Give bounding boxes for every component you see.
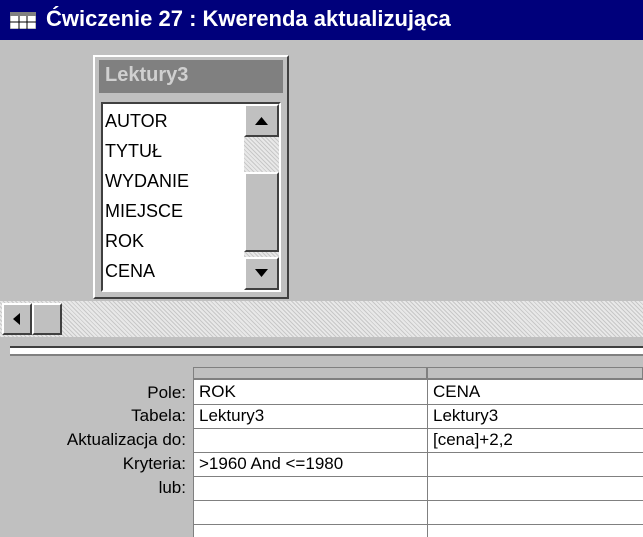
arrow-down-icon: [255, 269, 268, 277]
grid-divider: [193, 524, 643, 525]
update-to-cell[interactable]: [193, 428, 427, 452]
splitter-bar: [10, 346, 643, 356]
pane-splitter[interactable]: [0, 342, 643, 359]
scroll-left-button[interactable]: [2, 303, 32, 335]
window-title: Ćwiczenie 27 : Kwerenda aktualizująca: [46, 6, 451, 31]
field-item[interactable]: WYDANIE: [105, 166, 238, 196]
column-selector[interactable]: [193, 367, 427, 379]
table-title-bar[interactable]: Lektury3: [99, 60, 283, 93]
field-item[interactable]: AUTOR: [105, 106, 238, 136]
table-name: Lektury3: [105, 64, 189, 86]
update-to-cell[interactable]: [cena]+2,2: [427, 428, 643, 452]
field-list[interactable]: AUTOR TYTUŁ WYDANIE MIEJSCE ROK CENA: [101, 102, 281, 292]
or-cell[interactable]: [193, 476, 427, 500]
field-item[interactable]: TYTUŁ: [105, 136, 238, 166]
row-label-aktualizacja: Aktualizacja do:: [66, 430, 186, 449]
field-item[interactable]: CENA: [105, 256, 238, 286]
row-label-lub: lub:: [158, 478, 186, 497]
scroll-thumb[interactable]: [244, 172, 279, 252]
field-list-scrollbar[interactable]: [244, 104, 279, 290]
horizontal-scrollbar[interactable]: [0, 301, 643, 337]
row-label-pole: Pole:: [147, 383, 186, 402]
field-cell[interactable]: ROK: [193, 380, 427, 404]
column-selector[interactable]: [427, 367, 643, 379]
field-cell[interactable]: CENA: [427, 380, 643, 404]
scroll-up-button[interactable]: [244, 104, 279, 137]
criteria-cell[interactable]: >1960 And <=1980: [193, 452, 427, 476]
scroll-down-button[interactable]: [244, 257, 279, 290]
arrow-up-icon: [255, 117, 268, 125]
criteria-cell[interactable]: [427, 452, 643, 476]
title-bar[interactable]: Ćwiczenie 27 : Kwerenda aktualizująca: [0, 0, 643, 40]
table-cell[interactable]: Lektury3: [427, 404, 643, 428]
scroll-thumb[interactable]: [32, 303, 62, 335]
or-cell[interactable]: [427, 476, 643, 500]
table-cell[interactable]: Lektury3: [193, 404, 427, 428]
query-design-grid[interactable]: ROK Lektury3 >1960 And <=1980 CENA Lektu…: [193, 367, 643, 537]
query-window-icon: [10, 12, 36, 29]
table-field-list-window[interactable]: Lektury3 AUTOR TYTUŁ WYDANIE MIEJSCE ROK…: [93, 55, 289, 299]
table-pane[interactable]: Lektury3 AUTOR TYTUŁ WYDANIE MIEJSCE ROK…: [0, 40, 643, 342]
row-label-kryteria: Kryteria:: [122, 454, 186, 473]
row-label-tabela: Tabela:: [131, 406, 186, 425]
field-item[interactable]: MIEJSCE: [105, 196, 238, 226]
design-grid-pane[interactable]: Pole: Tabela: Aktualizacja do: Kryteria:…: [0, 359, 643, 537]
grid-divider: [193, 500, 643, 501]
field-item[interactable]: ROK: [105, 226, 238, 256]
arrow-left-icon: [13, 313, 20, 325]
